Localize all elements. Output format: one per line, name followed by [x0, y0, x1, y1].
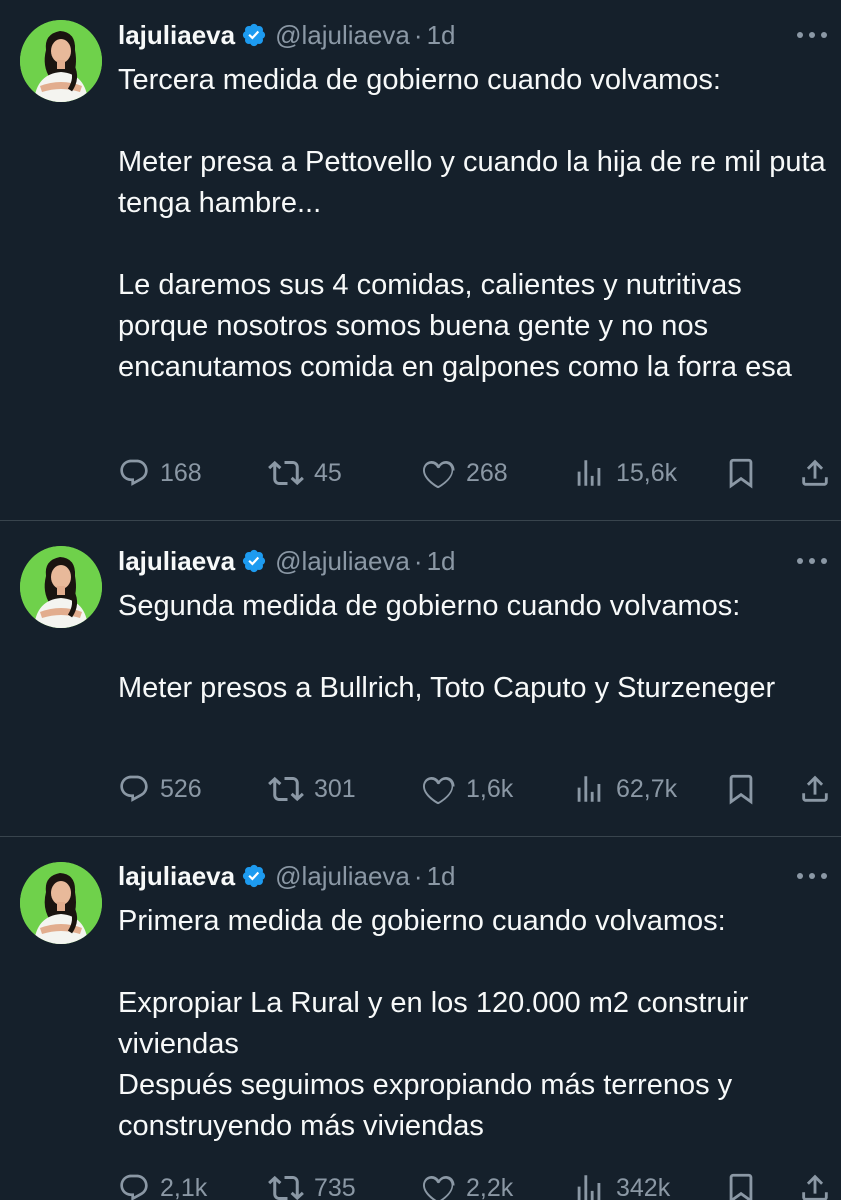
verified-badge-icon: [242, 23, 266, 47]
tweet-text: Tercera medida de gobierno cuando volvam…: [118, 60, 834, 388]
verified-badge-icon: [242, 864, 266, 888]
bookmark-icon: [729, 458, 753, 489]
bookmark-icon: [729, 1173, 753, 1200]
reply-icon: [120, 775, 148, 802]
like-count: 2,2k: [466, 1173, 514, 1200]
author-handle[interactable]: @lajuliaeva: [275, 546, 410, 577]
separator: ·: [413, 545, 423, 576]
author-name[interactable]: lajuliaeva: [118, 546, 235, 577]
timestamp[interactable]: 1d: [427, 20, 456, 51]
author-name[interactable]: lajuliaeva: [118, 20, 235, 51]
retweet-icon: [268, 460, 304, 486]
tweet-actions: 2,1k 735 2,2k 342k: [118, 1168, 836, 1200]
share-button[interactable]: [798, 1168, 832, 1200]
share-icon: [802, 459, 828, 486]
verified-badge-icon: [242, 549, 266, 573]
share-button[interactable]: [798, 769, 832, 809]
share-icon: [802, 1174, 828, 1200]
tweet[interactable]: lajuliaeva @lajuliaeva · 1d Tercera medi…: [0, 0, 841, 520]
views-button[interactable]: 62,7k: [572, 769, 677, 809]
reply-count: 2,1k: [160, 1173, 208, 1200]
avatar-image: [20, 20, 102, 102]
like-count: 268: [466, 458, 508, 487]
retweet-icon: [268, 1175, 304, 1200]
tweet[interactable]: lajuliaeva @lajuliaeva · 1d Primera medi…: [0, 837, 841, 1200]
reply-button[interactable]: 526: [118, 769, 202, 809]
avatar-image: [20, 546, 102, 628]
bookmark-button[interactable]: [724, 1168, 758, 1200]
author-handle[interactable]: @lajuliaeva: [275, 20, 410, 51]
tweet-paragraph: Le daremos sus 4 comidas, calientes y nu…: [118, 269, 792, 383]
reply-count: 168: [160, 458, 202, 487]
bookmark-button[interactable]: [724, 453, 758, 493]
views-count: 15,6k: [616, 458, 678, 487]
views-icon: [577, 776, 601, 802]
timestamp[interactable]: 1d: [427, 546, 456, 577]
retweet-icon: [268, 776, 304, 802]
tweet-paragraph: Meter presa a Pettovello y cuando la hij…: [118, 146, 834, 219]
more-icon[interactable]: [795, 554, 829, 568]
views-count: 62,7k: [616, 774, 678, 803]
avatar[interactable]: [20, 862, 102, 944]
tweet-paragraph: Primera medida de gobierno cuando volvam…: [118, 905, 726, 937]
retweet-count: 45: [314, 458, 342, 487]
share-icon: [802, 775, 828, 802]
reply-icon: [120, 459, 148, 486]
retweet-button[interactable]: 735: [268, 1168, 356, 1200]
bookmark-button[interactable]: [724, 769, 758, 809]
tweet[interactable]: lajuliaeva @lajuliaeva · 1d Segunda medi…: [0, 521, 841, 836]
views-icon: [577, 1175, 601, 1200]
avatar-image: [20, 862, 102, 944]
views-button[interactable]: 15,6k: [572, 453, 677, 493]
tweet-text: Primera medida de gobierno cuando volvam…: [118, 901, 834, 1147]
retweet-count: 735: [314, 1173, 356, 1200]
separator: ·: [413, 19, 423, 50]
views-count: 342k: [616, 1173, 671, 1200]
tweet-actions: 526 301 1,6k 62,7k: [118, 769, 836, 809]
reply-count: 526: [160, 774, 202, 803]
like-button[interactable]: 1,6k: [422, 769, 513, 809]
retweet-button[interactable]: 301: [268, 769, 356, 809]
bookmark-icon: [729, 774, 753, 805]
reply-button[interactable]: 168: [118, 453, 202, 493]
retweet-button[interactable]: 45: [268, 453, 342, 493]
views-icon: [577, 460, 601, 486]
more-icon[interactable]: [795, 28, 829, 42]
tweet-paragraph: Segunda medida de gobierno cuando volvam…: [118, 590, 741, 622]
tweet-paragraph: Meter presos a Bullrich, Toto Caputo y S…: [118, 672, 776, 704]
share-button[interactable]: [798, 453, 832, 493]
author-handle[interactable]: @lajuliaeva: [275, 861, 410, 892]
separator: ·: [413, 860, 423, 891]
more-icon[interactable]: [795, 869, 829, 883]
timestamp[interactable]: 1d: [427, 861, 456, 892]
author-name[interactable]: lajuliaeva: [118, 861, 235, 892]
avatar[interactable]: [20, 20, 102, 102]
reply-button[interactable]: 2,1k: [118, 1168, 207, 1200]
like-button[interactable]: 2,2k: [422, 1168, 513, 1200]
reply-icon: [120, 1174, 148, 1200]
tweet-paragraph: Tercera medida de gobierno cuando volvam…: [118, 64, 721, 96]
like-button[interactable]: 268: [422, 453, 508, 493]
avatar[interactable]: [20, 546, 102, 628]
tweet-actions: 168 45 268 15,6k: [118, 453, 836, 493]
like-icon: [423, 1175, 455, 1200]
retweet-count: 301: [314, 774, 356, 803]
tweet-paragraph: Expropiar La Rural y en los 120.000 m2 c…: [118, 987, 749, 1142]
like-icon: [423, 776, 455, 805]
tweet-text: Segunda medida de gobierno cuando volvam…: [118, 586, 834, 709]
like-icon: [423, 460, 455, 489]
views-button[interactable]: 342k: [572, 1168, 670, 1200]
like-count: 1,6k: [466, 774, 514, 803]
